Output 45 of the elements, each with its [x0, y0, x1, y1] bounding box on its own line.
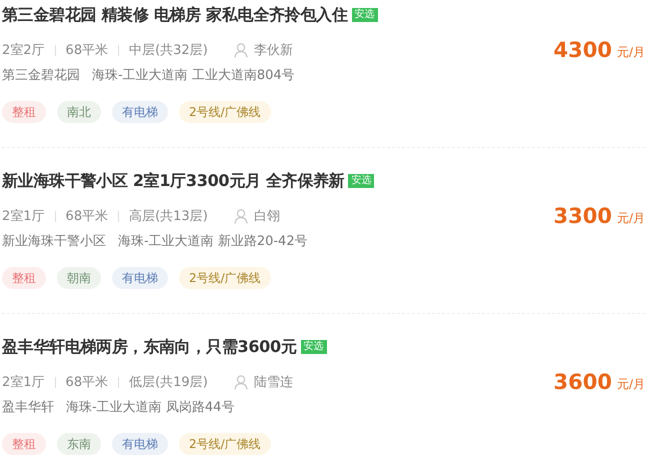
room-layout: 2室1厅 [2, 374, 45, 391]
listing-title[interactable]: 第三金碧花园 精装修 电梯房 家私电全齐拎包入住 [2, 4, 348, 26]
community-name[interactable]: 新业海珠干警小区 [2, 232, 106, 250]
feature-tag: 朝南 [57, 267, 101, 289]
agent-name[interactable]: 陆雪连 [254, 373, 293, 391]
feature-tag: 南北 [57, 101, 101, 123]
price-unit: 元/月 [616, 376, 645, 393]
address: 海珠-工业大道南 新业路20-42号 [118, 233, 308, 250]
rent-price: 3600 [554, 370, 612, 394]
feature-tag: 2号线/广佛线 [179, 101, 271, 123]
verified-badge: 安选 [352, 8, 378, 22]
feature-tag: 东南 [57, 433, 101, 455]
address: 海珠-工业大道南 工业大道南804号 [92, 67, 295, 84]
feature-tag: 整租 [2, 433, 46, 455]
person-icon [234, 42, 248, 58]
rent-price: 4300 [554, 38, 612, 62]
feature-tag: 有电梯 [112, 267, 168, 289]
agent-name[interactable]: 白翎 [254, 207, 280, 225]
price-unit: 元/月 [616, 210, 645, 227]
rent-price: 3300 [554, 204, 612, 228]
listing-title[interactable]: 新业海珠干警小区 2室1厅3300元月 全齐保养新 [2, 170, 344, 192]
feature-tag: 2号线/广佛线 [179, 267, 271, 289]
verified-badge: 安选 [348, 174, 374, 188]
floor-area: 68平米 [66, 207, 108, 225]
community-name[interactable]: 第三金碧花园 [2, 66, 80, 84]
agent-name[interactable]: 李伙新 [254, 41, 293, 59]
person-icon [234, 208, 248, 224]
room-layout: 2室1厅 [2, 208, 45, 225]
feature-tag: 整租 [2, 101, 46, 123]
floor-level: 低层(共19层) [129, 374, 208, 391]
floor-level: 中层(共32层) [129, 42, 208, 59]
community-name[interactable]: 盈丰华轩 [2, 398, 54, 416]
feature-tag: 有电梯 [112, 101, 168, 123]
feature-tag: 整租 [2, 267, 46, 289]
floor-level: 高层(共13层) [129, 208, 208, 225]
address: 海珠-工业大道南 凤岗路44号 [66, 399, 234, 416]
floor-area: 68平米 [66, 41, 108, 59]
room-layout: 2室2厅 [2, 42, 45, 59]
price-unit: 元/月 [616, 44, 645, 61]
verified-badge: 安选 [300, 340, 327, 354]
floor-area: 68平米 [66, 373, 108, 391]
feature-tag: 2号线/广佛线 [179, 433, 271, 455]
feature-tag: 有电梯 [112, 433, 168, 455]
person-icon [234, 374, 248, 390]
listing-title[interactable]: 盈丰华轩电梯两房，东南向，只需3600元 [2, 336, 297, 358]
